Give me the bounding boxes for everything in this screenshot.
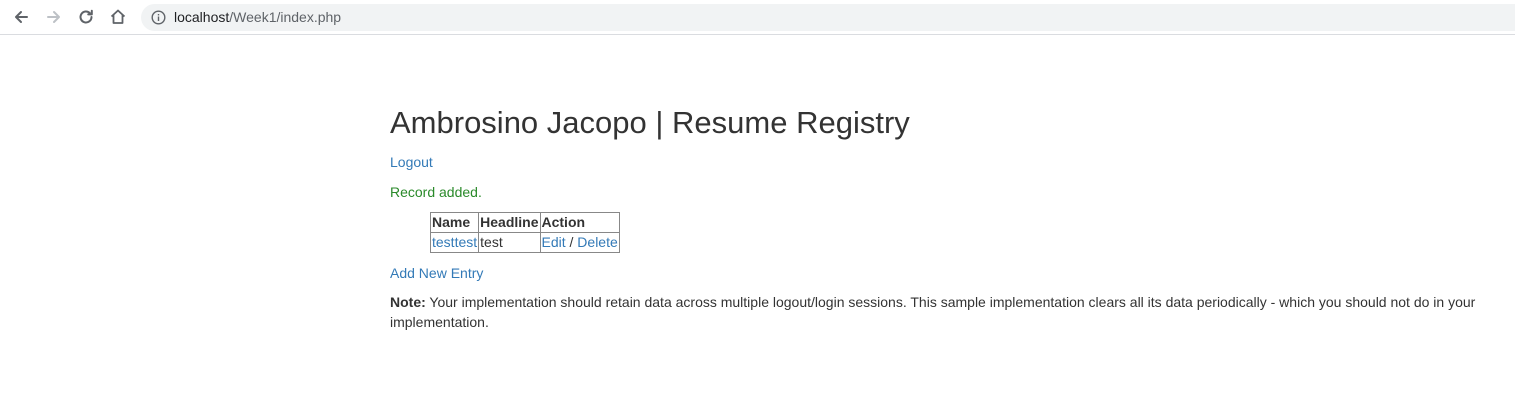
- table-header-row: Name Headline Action: [429, 212, 620, 233]
- cell-headline: test: [478, 232, 541, 253]
- home-button[interactable]: [106, 5, 130, 29]
- address-bar[interactable]: localhost/Week1/index.php: [141, 4, 1515, 31]
- cell-name: testtest: [429, 232, 480, 253]
- delete-link[interactable]: Delete: [577, 234, 617, 250]
- note-text: Your implementation should retain data a…: [390, 294, 1476, 330]
- url-path: /Week1/index.php: [229, 9, 342, 25]
- action-separator: /: [565, 234, 578, 250]
- arrow-right-icon: [47, 11, 60, 23]
- note-paragraph: Note: Your implementation should retain …: [390, 292, 1490, 332]
- records-table: Name Headline Action testtest test Edit …: [429, 212, 620, 253]
- reload-button[interactable]: [74, 5, 98, 29]
- table-row: testtest test Edit / Delete: [429, 232, 620, 253]
- page-container: Ambrosino Jacopo | Resume Registry Logou…: [390, 104, 1490, 332]
- logout-link[interactable]: Logout: [390, 152, 433, 172]
- url-host: localhost: [174, 9, 230, 25]
- add-new-entry-link[interactable]: Add New Entry: [390, 263, 483, 283]
- home-icon: [110, 9, 126, 24]
- header-headline: Headline: [478, 212, 541, 233]
- header-name: Name: [429, 212, 480, 233]
- url-text[interactable]: localhost/Week1/index.php: [174, 9, 341, 25]
- profile-link[interactable]: testtest: [432, 234, 477, 250]
- header-action: Action: [539, 212, 620, 233]
- cell-action: Edit / Delete: [539, 232, 620, 253]
- page-title: Ambrosino Jacopo | Resume Registry: [390, 105, 910, 140]
- info-icon[interactable]: [151, 10, 166, 25]
- reload-icon: [79, 9, 93, 24]
- back-button[interactable]: [9, 5, 33, 29]
- note-label: Note:: [390, 294, 426, 310]
- arrow-left-icon: [15, 11, 28, 23]
- flash-message: Record added.: [390, 184, 482, 200]
- browser-toolbar: localhost/Week1/index.php: [0, 0, 1515, 35]
- edit-link[interactable]: Edit: [542, 234, 566, 250]
- forward-button[interactable]: [42, 5, 66, 29]
